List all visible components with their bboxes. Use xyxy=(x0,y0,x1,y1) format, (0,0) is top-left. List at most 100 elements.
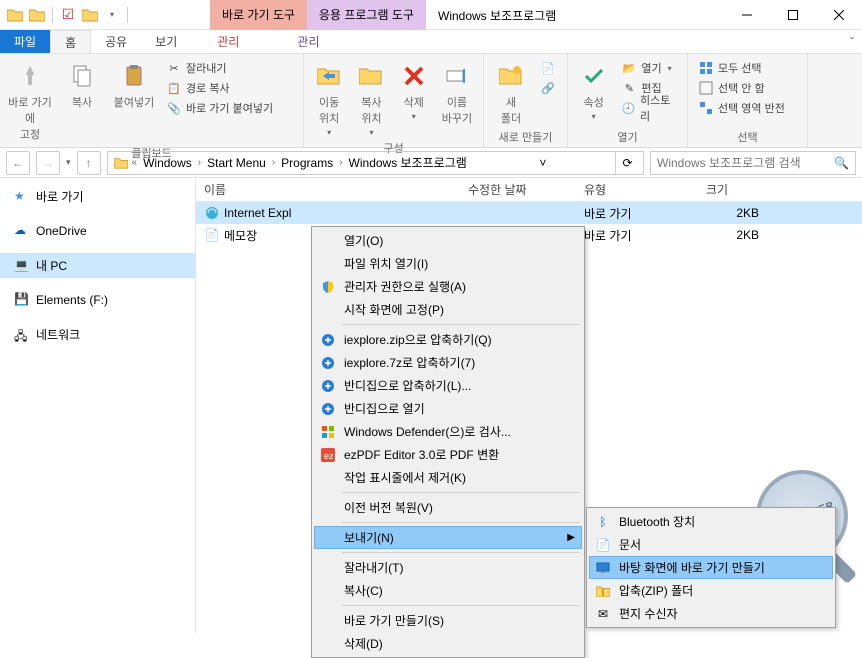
column-type[interactable]: 유형 xyxy=(576,181,698,198)
ctx-zip-iexplore[interactable]: iexplore.zip으로 압축하기(Q) xyxy=(314,328,582,351)
ctx-unpin-taskbar[interactable]: 작업 표시줄에서 제거(K) xyxy=(314,466,582,489)
invert-selection-button[interactable]: 선택 영역 반전 xyxy=(694,98,789,118)
select-none-icon xyxy=(698,80,714,96)
ie-icon xyxy=(204,205,220,221)
history-button[interactable]: 🕘히스토리 xyxy=(617,98,681,118)
refresh-icon[interactable]: ⟳ xyxy=(615,152,639,174)
easy-access-button[interactable]: 🔗 xyxy=(536,78,560,98)
shortcut-icon: 📎 xyxy=(166,100,182,116)
sub-bluetooth[interactable]: ᛒBluetooth 장치 xyxy=(589,510,833,533)
tab-file[interactable]: 파일 xyxy=(0,30,50,53)
column-date[interactable]: 수정한 날짜 xyxy=(460,181,576,198)
sidebar-item-network[interactable]: 🖧네트워크 xyxy=(0,322,195,347)
ribbon-collapse-icon[interactable]: ˇ xyxy=(842,30,862,53)
ctx-send-to[interactable]: 보내기(N)▶ xyxy=(314,526,582,549)
qat-dropdown-icon[interactable]: ▾ xyxy=(103,6,121,24)
quick-access-toolbar: ☑ ▾ xyxy=(0,6,136,24)
bluetooth-icon: ᛒ xyxy=(593,514,613,530)
ctx-open-location[interactable]: 파일 위치 열기(I) xyxy=(314,252,582,275)
ribbon-tabs: 파일 홈 공유 보기 관리 관리 ˇ xyxy=(0,30,862,54)
ctx-pin-start[interactable]: 시작 화면에 고정(P) xyxy=(314,298,582,321)
file-row[interactable]: Internet Expl 바로 가기 2KB xyxy=(196,202,862,224)
ctx-ezpdf[interactable]: ezezPDF Editor 3.0로 PDF 변환 xyxy=(314,443,582,466)
new-folder-button[interactable]: 새 폴더 xyxy=(490,58,532,128)
tab-home[interactable]: 홈 xyxy=(50,30,91,53)
chevron-icon[interactable]: › xyxy=(198,157,201,168)
cut-button[interactable]: ✂잘라내기 xyxy=(162,58,277,78)
contextual-tab-app-tools[interactable]: 응용 프로그램 도구 xyxy=(307,0,426,30)
sidebar-item-quick-access[interactable]: ★바로 가기 xyxy=(0,184,195,209)
forward-button[interactable]: → xyxy=(36,151,60,175)
sub-zip-folder[interactable]: 압축(ZIP) 폴더 xyxy=(589,579,833,602)
up-button[interactable]: ↑ xyxy=(77,151,101,175)
ctx-defender[interactable]: Windows Defender(으)로 검사... xyxy=(314,420,582,443)
notepad-icon: 📄 xyxy=(204,227,220,243)
address-dropdown-icon[interactable]: ˅ xyxy=(531,152,555,174)
move-to-button[interactable]: 이동 위치▾ xyxy=(310,58,348,139)
ctx-open[interactable]: 열기(O) xyxy=(314,229,582,252)
copy-button[interactable]: 복사 xyxy=(58,58,106,112)
properties-button[interactable]: 속성▾ xyxy=(574,58,613,123)
minimize-button[interactable] xyxy=(724,0,770,30)
sidebar-item-this-pc[interactable]: 💻내 PC xyxy=(0,253,195,278)
group-label-new: 새로 만들기 xyxy=(490,128,561,145)
column-headers: 이름 수정한 날짜 유형 크기 xyxy=(196,178,862,202)
pin-to-quick-access-button[interactable]: 바로 가기에 고정 xyxy=(6,58,54,144)
ctx-bandizip-compress[interactable]: 반디집으로 압축하기(L)... xyxy=(314,374,582,397)
select-none-button[interactable]: 선택 안 함 xyxy=(694,78,789,98)
chevron-icon[interactable]: › xyxy=(339,157,342,168)
bandizip-icon xyxy=(318,332,338,348)
column-name[interactable]: 이름 xyxy=(196,181,460,198)
ctx-restore-previous[interactable]: 이전 버전 복원(V) xyxy=(314,496,582,519)
rename-icon xyxy=(441,60,473,92)
ctx-copy[interactable]: 복사(C) xyxy=(314,579,582,602)
tab-share[interactable]: 공유 xyxy=(91,30,141,53)
close-button[interactable] xyxy=(816,0,862,30)
breadcrumb-seg[interactable]: Start Menu xyxy=(203,156,270,170)
pc-icon: 💻 xyxy=(14,258,30,274)
new-item-button[interactable]: 📄 xyxy=(536,58,560,78)
chevron-icon[interactable]: › xyxy=(272,157,275,168)
chevron-icon[interactable]: « xyxy=(132,157,138,168)
search-input[interactable] xyxy=(657,156,834,170)
tab-view[interactable]: 보기 xyxy=(141,30,191,53)
sub-mail-recipient[interactable]: ✉편지 수신자 xyxy=(589,602,833,625)
ctx-cut[interactable]: 잘라내기(T) xyxy=(314,556,582,579)
folder-icon xyxy=(81,6,99,24)
contextual-tab-shortcut-tools[interactable]: 바로 가기 도구 xyxy=(210,0,307,30)
sub-desktop-shortcut[interactable]: 바탕 화면에 바로 가기 만들기 xyxy=(589,556,833,579)
ctx-create-shortcut[interactable]: 바로 가기 만들기(S) xyxy=(314,609,582,632)
copy-to-button[interactable]: 복사 위치▾ xyxy=(352,58,390,139)
maximize-button[interactable] xyxy=(770,0,816,30)
breadcrumb-seg[interactable]: Windows 보조프로그램 xyxy=(345,154,471,171)
window-title: Windows 보조프로그램 xyxy=(438,7,556,24)
select-all-button[interactable]: 모두 선택 xyxy=(694,58,789,78)
sidebar-item-drive[interactable]: 💾Elements (F:) xyxy=(0,288,195,312)
paste-icon xyxy=(118,60,150,92)
rename-button[interactable]: 이름 바꾸기 xyxy=(437,58,477,128)
search-box[interactable]: 🔍 xyxy=(650,151,856,175)
paste-shortcut-button[interactable]: 📎바로 가기 붙여넣기 xyxy=(162,98,277,118)
search-icon[interactable]: 🔍 xyxy=(834,156,849,170)
copy-path-button[interactable]: 📋경로 복사 xyxy=(162,78,277,98)
breadcrumb-seg[interactable]: Programs xyxy=(277,156,337,170)
recent-dropdown-icon[interactable]: ▾ xyxy=(66,157,71,168)
ctx-delete[interactable]: 삭제(D) xyxy=(314,632,582,655)
ctx-run-admin[interactable]: 관리자 권한으로 실행(A) xyxy=(314,275,582,298)
breadcrumb-seg[interactable]: Windows xyxy=(139,156,196,170)
tab-manage-app[interactable]: 관리 xyxy=(283,30,333,53)
checkbox-checked-icon[interactable]: ☑ xyxy=(59,6,77,24)
column-size[interactable]: 크기 xyxy=(698,181,778,198)
back-button[interactable]: ← xyxy=(6,151,30,175)
ctx-zip-7z[interactable]: iexplore.7z로 압축하기(7) xyxy=(314,351,582,374)
open-button[interactable]: 📂열기▾ xyxy=(617,58,681,78)
sub-documents[interactable]: 📄문서 xyxy=(589,533,833,556)
ezpdf-icon: ez xyxy=(318,447,338,463)
ctx-bandizip-open[interactable]: 반디집으로 열기 xyxy=(314,397,582,420)
breadcrumb[interactable]: « Windows › Start Menu › Programs › Wind… xyxy=(107,151,644,175)
delete-button[interactable]: 삭제▾ xyxy=(395,58,433,123)
tab-manage-shortcut[interactable]: 관리 xyxy=(203,30,253,53)
sidebar-item-onedrive[interactable]: ☁OneDrive xyxy=(0,219,195,243)
copy-label: 복사 xyxy=(72,94,92,110)
paste-button[interactable]: 붙여넣기 xyxy=(110,58,158,112)
